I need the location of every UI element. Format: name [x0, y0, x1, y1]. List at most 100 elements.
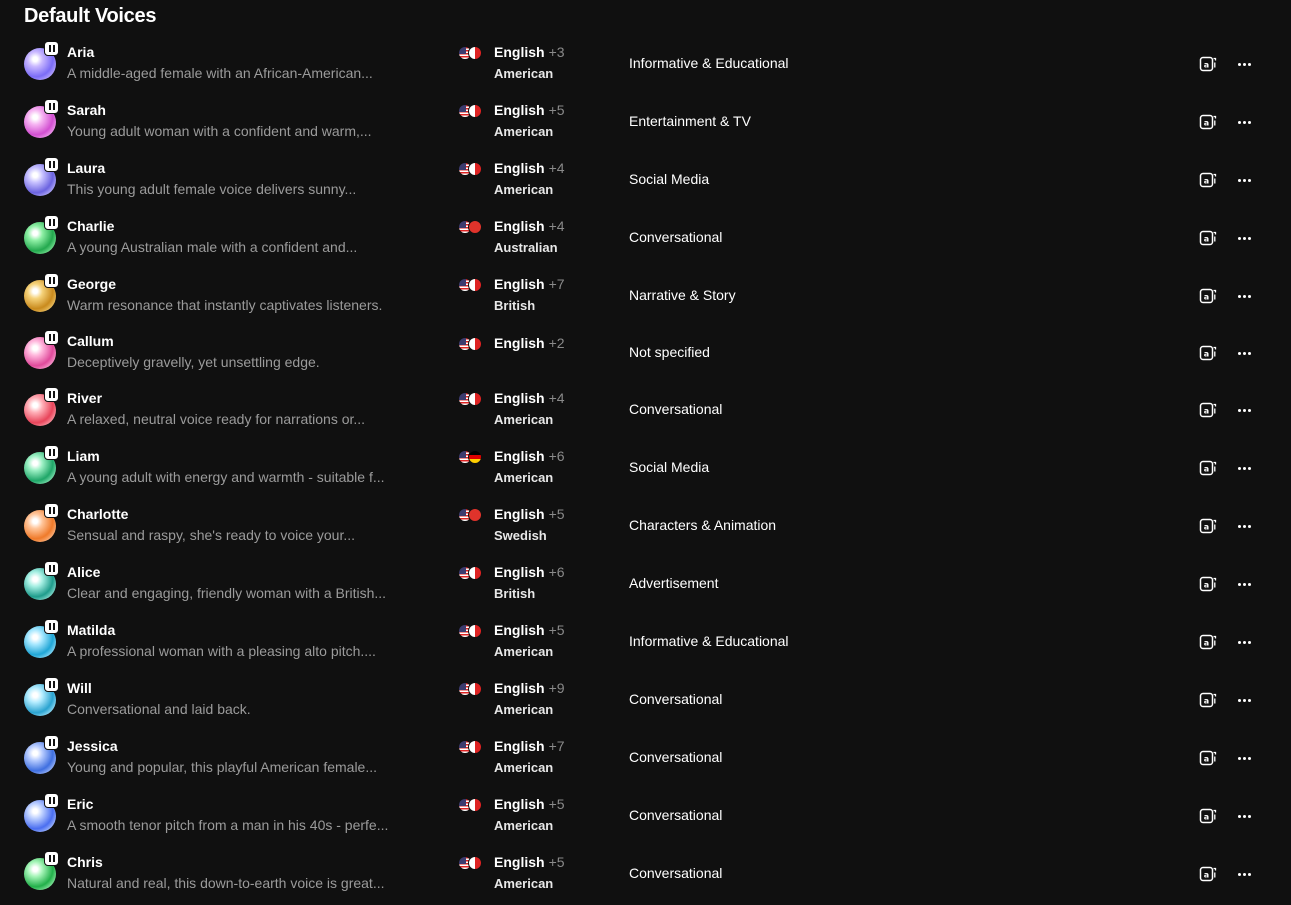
pause-icon[interactable] — [44, 735, 59, 750]
voice-accent: American — [494, 760, 554, 775]
voice-description: Young and popular, this playful American… — [67, 759, 378, 775]
pause-icon[interactable] — [44, 445, 59, 460]
translate-icon[interactable]: a — [1199, 401, 1217, 419]
more-horizontal-icon[interactable] — [1234, 865, 1254, 883]
more-languages-count: +7 — [548, 738, 565, 754]
fr-flag-icon — [468, 104, 482, 118]
more-horizontal-icon[interactable] — [1234, 691, 1254, 709]
voice-row[interactable]: Charlie A young Australian male with a c… — [0, 213, 1291, 269]
pause-icon[interactable] — [44, 273, 59, 288]
voice-accent: Australian — [494, 240, 558, 255]
translate-icon[interactable]: a — [1199, 807, 1217, 825]
more-languages-count: +9 — [548, 680, 565, 696]
voice-row[interactable]: Aria A middle-aged female with an Africa… — [0, 39, 1291, 95]
voice-row[interactable]: Matilda A professional woman with a plea… — [0, 617, 1291, 673]
more-languages-count: +5 — [548, 102, 565, 118]
voice-name: Jessica — [67, 738, 118, 754]
translate-icon[interactable]: a — [1199, 171, 1217, 189]
more-horizontal-icon[interactable] — [1234, 459, 1254, 477]
fr-flag-icon — [468, 566, 482, 580]
more-horizontal-icon[interactable] — [1234, 344, 1254, 362]
pause-icon[interactable] — [44, 99, 59, 114]
translate-icon[interactable]: a — [1199, 865, 1217, 883]
language-flags — [458, 798, 486, 812]
more-horizontal-icon[interactable] — [1234, 749, 1254, 767]
pause-icon[interactable] — [44, 41, 59, 56]
voice-row[interactable]: Eric A smooth tenor pitch from a man in … — [0, 791, 1291, 847]
translate-icon[interactable]: a — [1199, 749, 1217, 767]
more-horizontal-icon[interactable] — [1234, 287, 1254, 305]
voice-language: English +5 — [494, 796, 565, 812]
pause-icon[interactable] — [44, 851, 59, 866]
language-label: English — [494, 622, 545, 638]
voice-row[interactable]: George Warm resonance that instantly cap… — [0, 271, 1291, 327]
translate-icon[interactable]: a — [1199, 691, 1217, 709]
more-horizontal-icon[interactable] — [1234, 575, 1254, 593]
voice-category: Characters & Animation — [629, 517, 777, 533]
voice-row[interactable]: River A relaxed, neutral voice ready for… — [0, 385, 1291, 441]
translate-icon[interactable]: a — [1199, 55, 1217, 73]
voice-language: English +9 — [494, 680, 565, 696]
fr-flag-icon — [468, 740, 482, 754]
voice-name: Eric — [67, 796, 94, 812]
svg-text:a: a — [1204, 581, 1209, 590]
more-horizontal-icon[interactable] — [1234, 401, 1254, 419]
pause-icon[interactable] — [44, 330, 59, 345]
translate-icon[interactable]: a — [1199, 229, 1217, 247]
voice-category: Conversational — [629, 865, 723, 881]
more-horizontal-icon[interactable] — [1234, 171, 1254, 189]
language-flags — [458, 104, 486, 118]
translate-icon[interactable]: a — [1199, 517, 1217, 535]
voice-row[interactable]: Will Conversational and laid back. Engli… — [0, 675, 1291, 731]
voice-accent: American — [494, 182, 554, 197]
translate-icon[interactable]: a — [1199, 113, 1217, 131]
language-label: English — [494, 680, 545, 696]
voice-name: River — [67, 390, 103, 406]
pause-icon[interactable] — [44, 157, 59, 172]
voice-accent: British — [494, 298, 536, 313]
pause-icon[interactable] — [44, 503, 59, 518]
more-horizontal-icon[interactable] — [1234, 517, 1254, 535]
language-label: English — [494, 390, 545, 406]
pause-icon[interactable] — [44, 387, 59, 402]
voice-accent: British — [494, 586, 536, 601]
translate-icon[interactable]: a — [1199, 633, 1217, 651]
more-horizontal-icon[interactable] — [1234, 807, 1254, 825]
more-horizontal-icon[interactable] — [1234, 55, 1254, 73]
language-flags — [458, 337, 486, 351]
voice-row[interactable]: Laura This young adult female voice deli… — [0, 155, 1291, 211]
svg-text:a: a — [1204, 119, 1209, 128]
translate-icon[interactable]: a — [1199, 459, 1217, 477]
pause-icon[interactable] — [44, 793, 59, 808]
voice-name: Alice — [67, 564, 101, 580]
voice-row[interactable]: Alice Clear and engaging, friendly woman… — [0, 559, 1291, 615]
voice-name: Laura — [67, 160, 106, 176]
pause-icon[interactable] — [44, 619, 59, 634]
more-horizontal-icon[interactable] — [1234, 113, 1254, 131]
voice-row[interactable]: Sarah Young adult woman with a confident… — [0, 97, 1291, 153]
voice-category: Conversational — [629, 807, 723, 823]
more-languages-count: +3 — [548, 44, 565, 60]
language-label: English — [494, 276, 545, 292]
fr-flag-icon — [468, 392, 482, 406]
translate-icon[interactable]: a — [1199, 287, 1217, 305]
pause-icon[interactable] — [44, 677, 59, 692]
voice-language: English +5 — [494, 854, 565, 870]
svg-text:a: a — [1204, 697, 1209, 706]
voice-language: English +5 — [494, 622, 565, 638]
translate-icon[interactable]: a — [1199, 344, 1217, 362]
voice-row[interactable]: Jessica Young and popular, this playful … — [0, 733, 1291, 789]
voice-language: English +7 — [494, 276, 565, 292]
more-horizontal-icon[interactable] — [1234, 229, 1254, 247]
language-flags — [458, 682, 486, 696]
voice-name: Aria — [67, 44, 95, 60]
pause-icon[interactable] — [44, 215, 59, 230]
voice-row[interactable]: Chris Natural and real, this down-to-ear… — [0, 849, 1291, 905]
more-horizontal-icon[interactable] — [1234, 633, 1254, 651]
translate-icon[interactable]: a — [1199, 575, 1217, 593]
voice-row[interactable]: Charlotte Sensual and raspy, she's ready… — [0, 501, 1291, 557]
voice-row[interactable]: Liam A young adult with energy and warmt… — [0, 443, 1291, 499]
more-languages-count: +4 — [548, 160, 565, 176]
pause-icon[interactable] — [44, 561, 59, 576]
voice-row[interactable]: Callum Deceptively gravelly, yet unsettl… — [0, 328, 1291, 384]
